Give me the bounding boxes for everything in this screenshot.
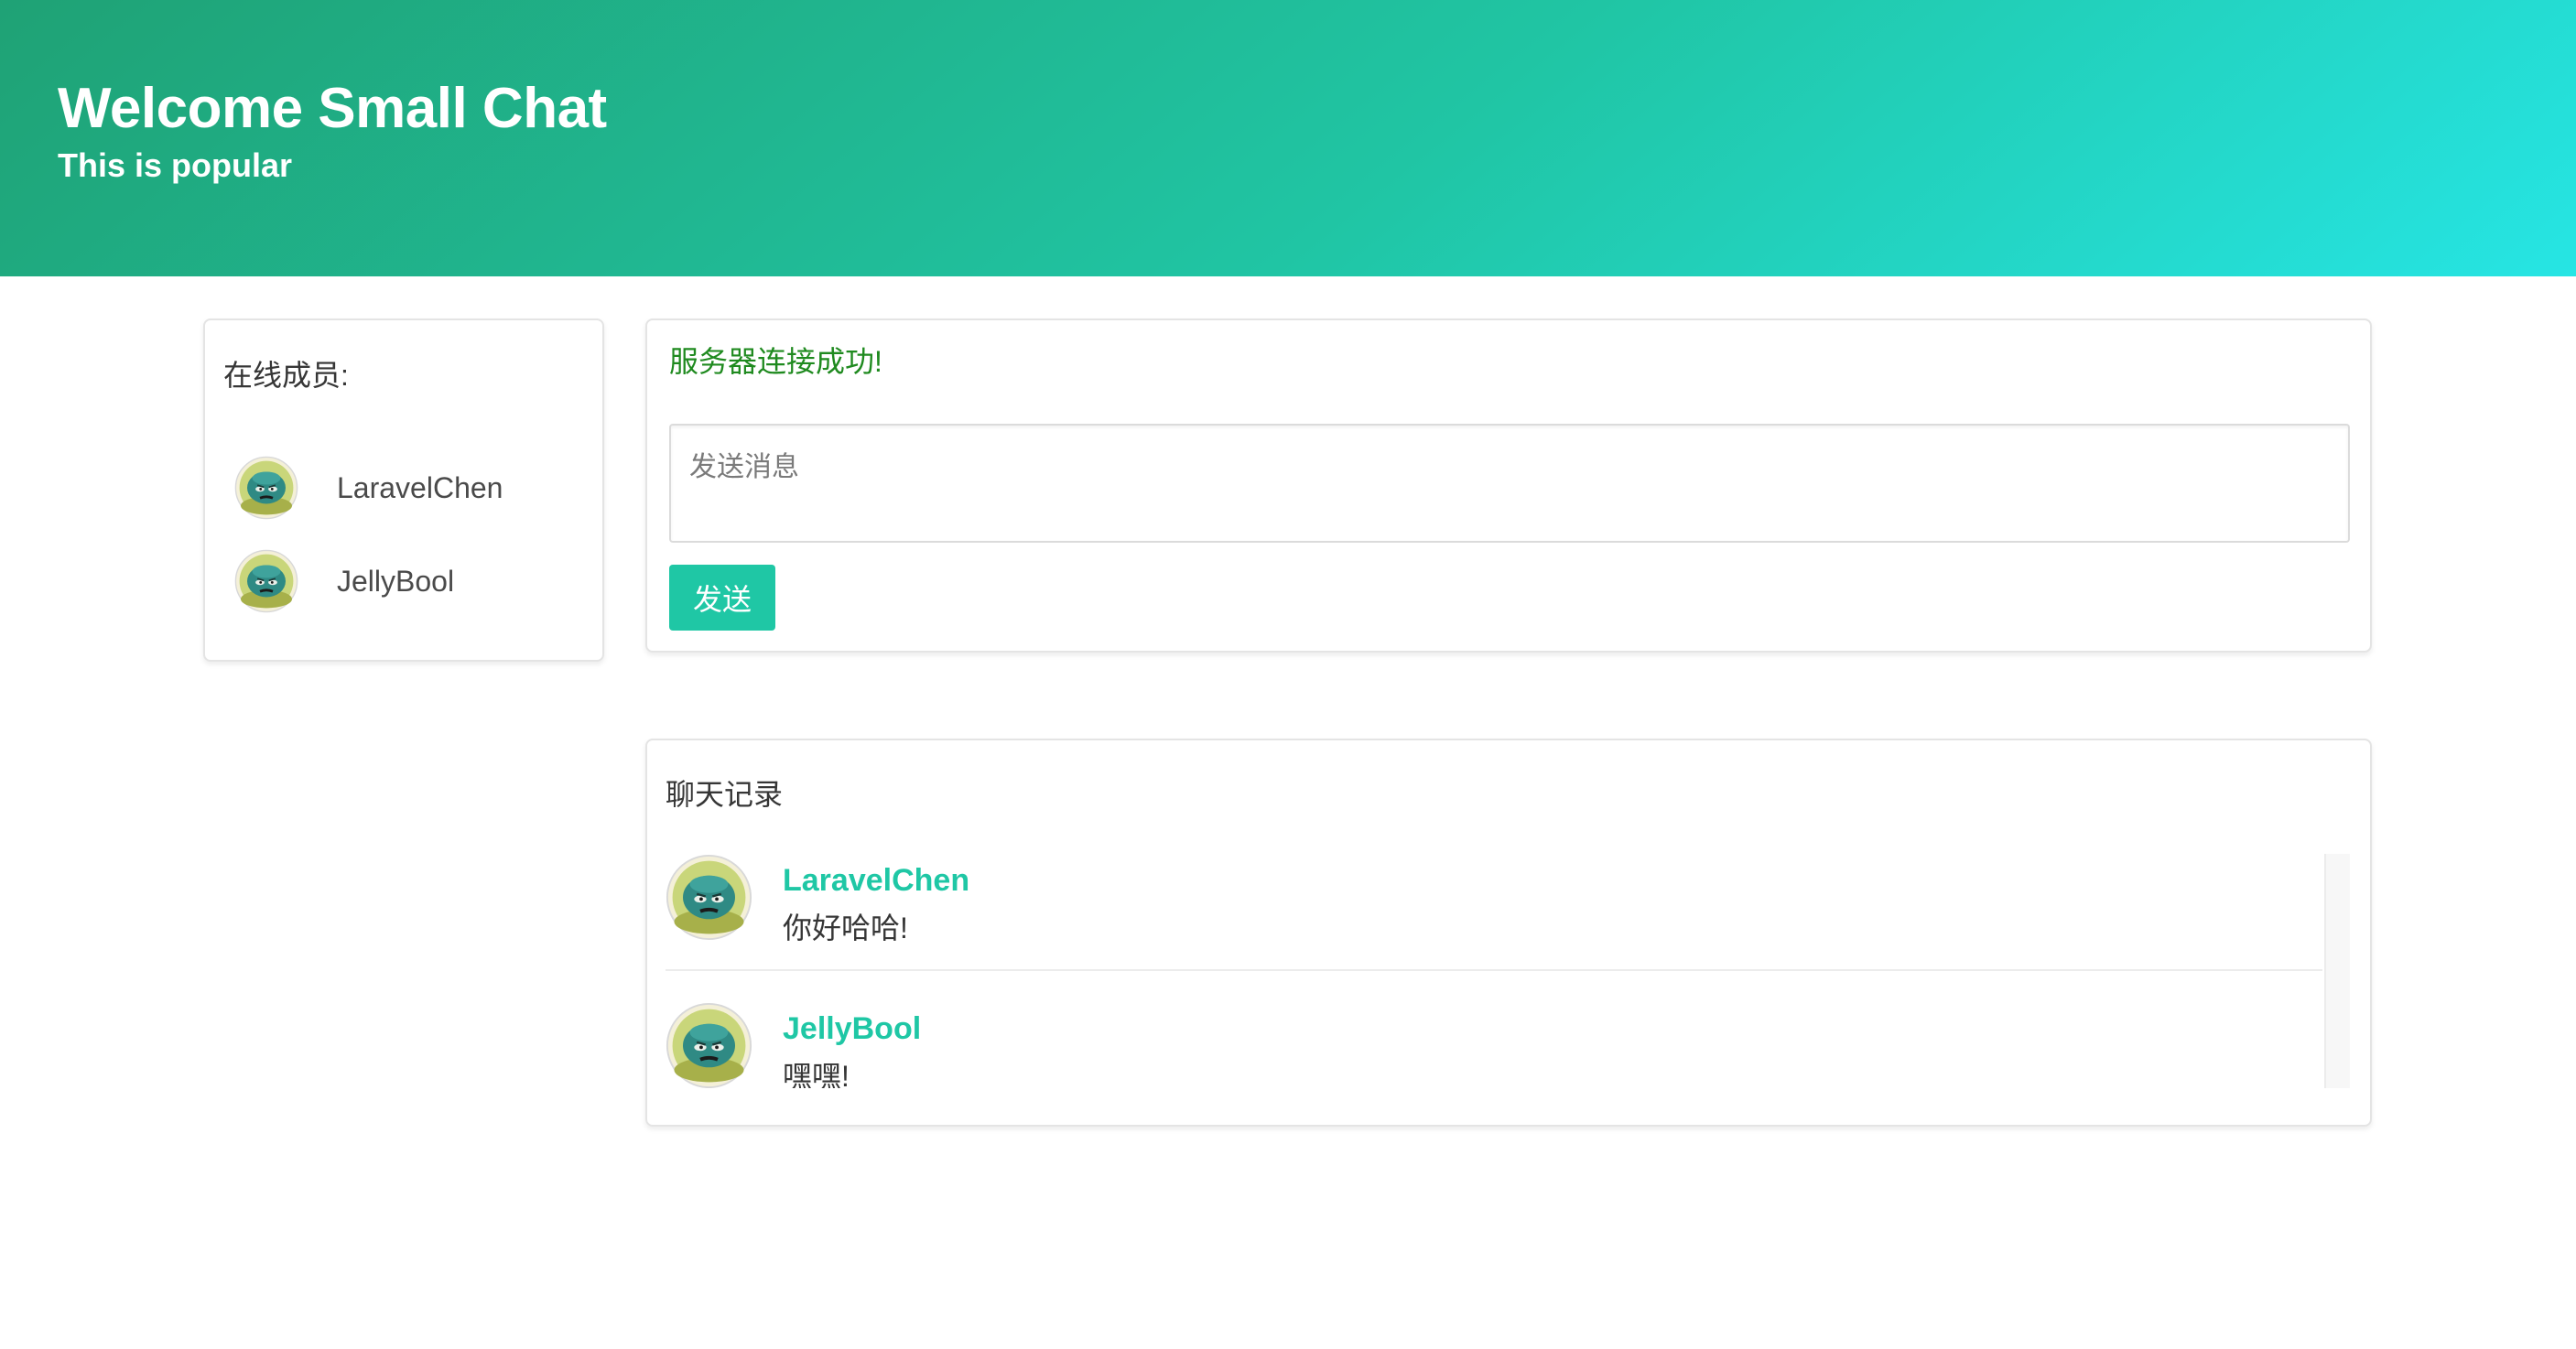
chat-scrollbar[interactable] [2324, 854, 2350, 1088]
hero-banner: Welcome Small Chat This is popular [0, 0, 2576, 276]
hero-subtitle: This is popular [58, 146, 293, 184]
chat-message: LaravelChen 你好哈哈! [666, 854, 2322, 971]
chat-history-panel: 聊天记录 LaravelChen 你好哈哈! JellyBool 嘿嘿! [645, 739, 2372, 1127]
monster-avatar-icon [234, 549, 298, 613]
message-author[interactable]: JellyBool [783, 1011, 921, 1047]
chat-message-list[interactable]: LaravelChen 你好哈哈! JellyBool 嘿嘿! [666, 854, 2350, 1088]
online-members-title: 在线成员: [223, 359, 349, 392]
chat-message: JellyBool 嘿嘿! [666, 1002, 2322, 1088]
message-composer-panel: 服务器连接成功! 发送 [645, 318, 2372, 653]
monster-avatar-icon [666, 854, 752, 941]
member-name: JellyBool [337, 564, 455, 598]
message-text: 嘿嘿! [783, 1060, 850, 1088]
monster-avatar-icon [234, 456, 298, 520]
online-members-panel: 在线成员: LaravelChen JellyBool [203, 318, 604, 662]
member-name: LaravelChen [337, 470, 503, 504]
monster-avatar-icon [666, 1002, 752, 1088]
member-item-laravelchen[interactable]: LaravelChen [234, 456, 582, 520]
chat-history-title: 聊天记录 [666, 778, 784, 811]
message-input[interactable] [669, 424, 2350, 543]
member-item-jellybool[interactable]: JellyBool [234, 549, 582, 613]
connection-status: 服务器连接成功! [669, 345, 882, 378]
send-button[interactable]: 发送 [669, 565, 775, 631]
message-text: 你好哈哈! [783, 912, 908, 944]
hero-title: Welcome Small Chat [58, 77, 607, 140]
message-author[interactable]: LaravelChen [783, 863, 969, 899]
